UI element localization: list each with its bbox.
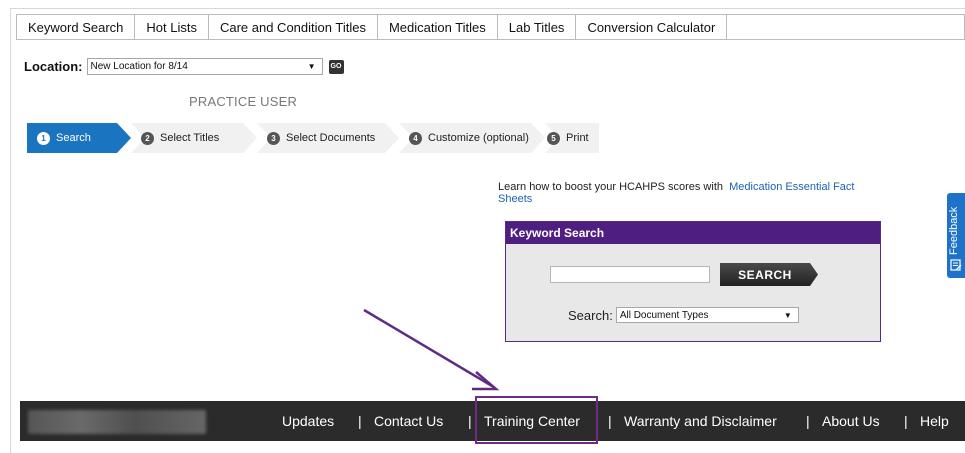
step-customize[interactable]: 4 Customize (optional) xyxy=(385,123,545,153)
step-search[interactable]: 1 Search xyxy=(27,123,131,153)
search-type-select[interactable]: All Document Types ▼ xyxy=(615,307,799,323)
step-print[interactable]: 5 Print xyxy=(531,123,599,153)
footer-link-updates[interactable]: Updates xyxy=(282,401,334,441)
step-select-documents[interactable]: 3 Select Documents xyxy=(243,123,399,153)
tab-care-condition-titles[interactable]: Care and Condition Titles xyxy=(209,15,378,39)
footer-separator: | xyxy=(806,413,810,429)
location-label: Location: xyxy=(24,59,83,74)
search-button[interactable]: SEARCH xyxy=(720,263,818,286)
step-label: Select Documents xyxy=(286,132,376,144)
footer-link-help[interactable]: Help xyxy=(920,401,949,441)
search-type-value: All Document Types xyxy=(619,309,709,321)
search-button-label: SEARCH xyxy=(738,267,792,282)
footer-link-contact-us[interactable]: Contact Us xyxy=(374,401,443,441)
user-name: PRACTICE USER xyxy=(189,94,298,109)
keyword-search-panel: Keyword Search SEARCH Search: All Docume… xyxy=(505,221,881,342)
step-label: Print xyxy=(566,132,589,144)
step-number: 1 xyxy=(37,131,50,145)
footer-link-about-us[interactable]: About Us xyxy=(822,401,880,441)
step-label: Search xyxy=(56,132,91,144)
step-number: 5 xyxy=(547,131,560,145)
footer-separator: | xyxy=(358,413,362,429)
footer-bar: Updates | Contact Us | Training Center |… xyxy=(20,401,965,441)
keyword-search-title: Keyword Search xyxy=(506,222,880,244)
promo-text: Learn how to boost your HCAHPS scores wi… xyxy=(498,181,723,193)
tab-conversion-calculator[interactable]: Conversion Calculator xyxy=(576,15,728,39)
step-label: Customize (optional) xyxy=(428,132,529,144)
step-number: 3 xyxy=(267,131,280,145)
footer-link-training-center[interactable]: Training Center xyxy=(484,401,580,441)
feedback-icon xyxy=(950,259,962,271)
step-select-titles[interactable]: 2 Select Titles xyxy=(117,123,257,153)
location-row: Location: New Location for 8/14 ▼ GO xyxy=(24,58,344,75)
step-number: 4 xyxy=(409,131,422,145)
step-number: 2 xyxy=(141,131,154,145)
feedback-label: Feedback xyxy=(948,206,960,255)
chevron-down-icon: ▼ xyxy=(307,62,316,71)
tab-medication-titles[interactable]: Medication Titles xyxy=(378,15,498,39)
promo-message: Learn how to boost your HCAHPS scores wi… xyxy=(498,181,878,205)
keyword-search-input[interactable] xyxy=(550,266,710,283)
tab-lab-titles[interactable]: Lab Titles xyxy=(498,15,577,39)
footer-separator: | xyxy=(468,413,472,429)
location-select-value: New Location for 8/14 xyxy=(90,61,188,72)
footer-link-warranty-disclaimer[interactable]: Warranty and Disclaimer xyxy=(624,401,777,441)
main-tabs: Keyword Search Hot Lists Care and Condit… xyxy=(16,14,965,40)
footer-separator: | xyxy=(608,413,612,429)
redacted-logo xyxy=(28,410,206,434)
footer-separator: | xyxy=(904,413,908,429)
chevron-down-icon: ▼ xyxy=(783,310,792,320)
go-button[interactable]: GO xyxy=(328,59,344,74)
search-type-label: Search: xyxy=(568,307,613,323)
step-label: Select Titles xyxy=(160,132,220,144)
tab-keyword-search[interactable]: Keyword Search xyxy=(17,15,136,39)
feedback-tab[interactable]: Feedback xyxy=(947,193,965,278)
tab-hot-lists[interactable]: Hot Lists xyxy=(135,15,209,39)
location-select[interactable]: New Location for 8/14 ▼ xyxy=(86,58,323,75)
search-type-row: Search: All Document Types ▼ xyxy=(568,307,799,323)
